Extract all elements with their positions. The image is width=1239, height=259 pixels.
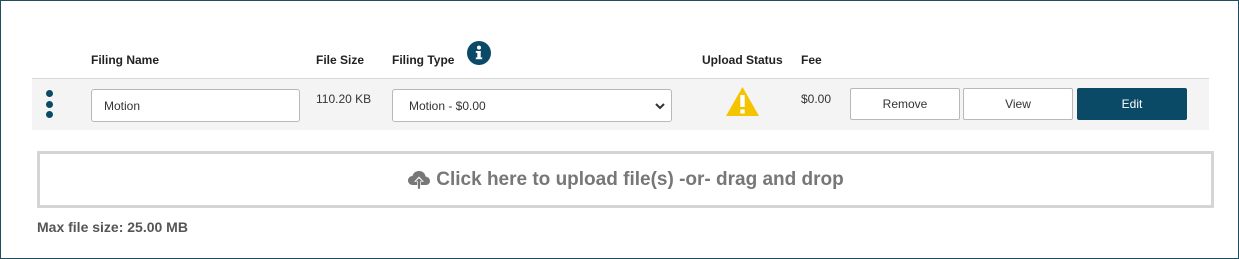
filing-type-selected-value: Motion - $0.00 — [409, 98, 486, 113]
edit-button[interactable]: Edit — [1077, 88, 1187, 120]
view-button[interactable]: View — [963, 88, 1073, 120]
header-upload-status: Upload Status — [702, 53, 783, 67]
upload-panel: Filing Name File Size Filing Type Upload… — [0, 0, 1239, 259]
header-file-size: File Size — [316, 53, 365, 67]
max-file-size-text: Max file size: 25.00 MB — [37, 219, 188, 235]
upload-dropzone[interactable]: Click here to upload file(s) -or- drag a… — [37, 151, 1214, 208]
header-filing-name: Filing Name — [91, 53, 160, 67]
file-size-value: 110.20 KB — [316, 92, 372, 106]
table-header: Filing Name File Size Filing Type Upload… — [1, 1, 1238, 79]
header-filing-type: Filing Type — [392, 53, 455, 67]
remove-button[interactable]: Remove — [850, 88, 960, 120]
filing-name-input[interactable] — [91, 89, 300, 122]
cloud-upload-icon — [408, 170, 431, 189]
header-fee: Fee — [801, 53, 822, 67]
fee-value: $0.00 — [801, 92, 832, 106]
info-icon[interactable] — [467, 41, 491, 65]
more-options-icon[interactable] — [44, 90, 54, 118]
chevron-down-icon — [655, 103, 665, 110]
dropzone-label: Click here to upload file(s) -or- drag a… — [436, 168, 844, 190]
table-row: 110.20 KB Motion - $0.00 $0.00 Remove Vi… — [32, 79, 1209, 130]
filing-type-select[interactable]: Motion - $0.00 — [392, 89, 672, 122]
warning-triangle-icon — [726, 87, 759, 116]
